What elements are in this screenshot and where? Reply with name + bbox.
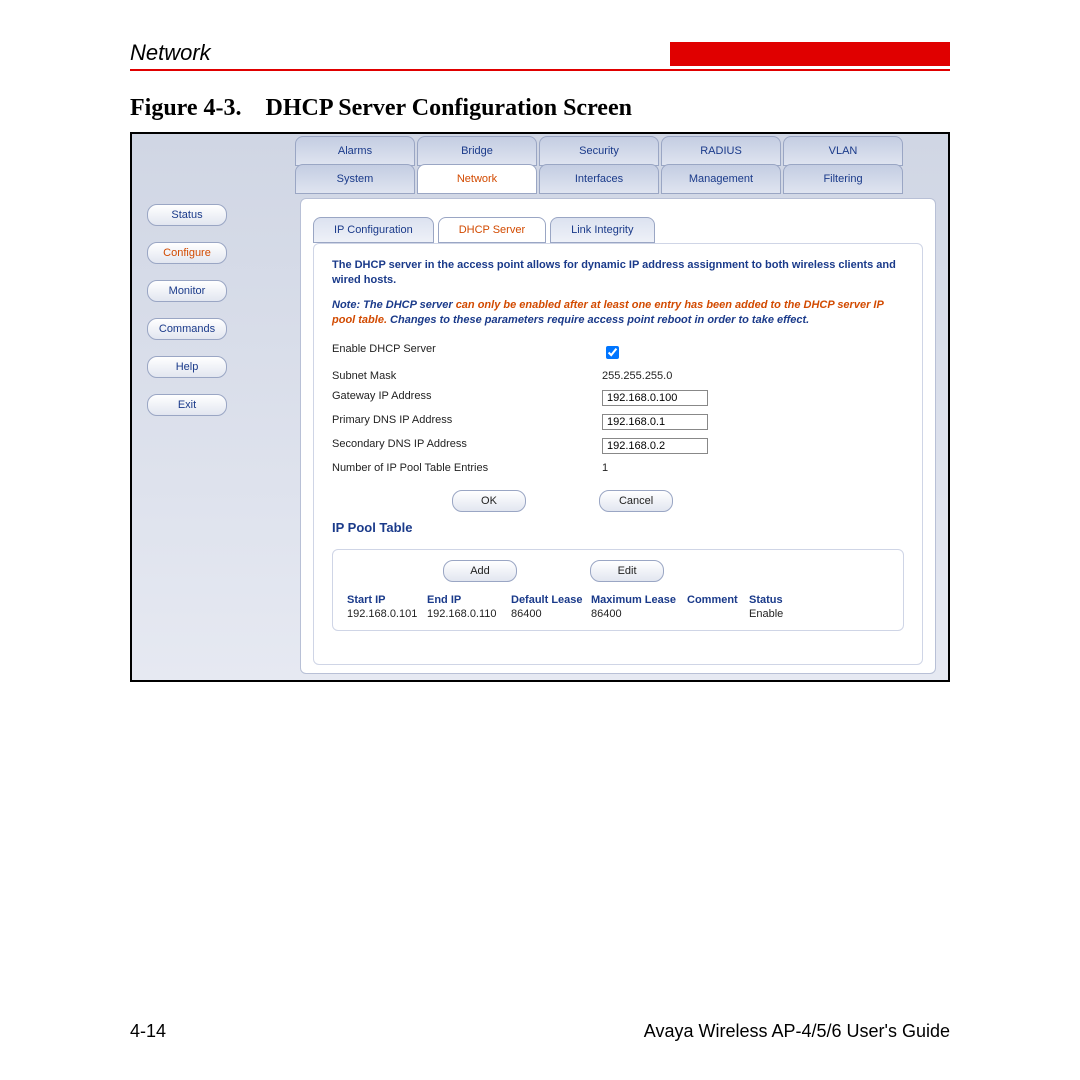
table-cell: Enable bbox=[749, 608, 889, 620]
text-input[interactable] bbox=[602, 438, 708, 454]
sidebar-item-help[interactable]: Help bbox=[147, 356, 227, 378]
sidebar-item-configure[interactable]: Configure bbox=[147, 242, 227, 264]
note-tail: Changes to these parameters require acce… bbox=[387, 314, 809, 326]
form-row: Number of IP Pool Table Entries1 bbox=[332, 462, 904, 474]
table-cell: 86400 bbox=[511, 608, 591, 620]
figure-title: DHCP Server Configuration Screen bbox=[266, 95, 632, 121]
sidebar: Status Configure Monitor Commands Help Exit bbox=[142, 204, 232, 432]
page-number: 4-14 bbox=[130, 1021, 166, 1042]
form-row: Secondary DNS IP Address bbox=[332, 438, 904, 454]
cancel-button[interactable]: Cancel bbox=[599, 490, 673, 512]
sidebar-item-exit[interactable]: Exit bbox=[147, 394, 227, 416]
enable-dhcp-checkbox[interactable] bbox=[606, 346, 619, 359]
figure-label: Figure 4-3. bbox=[130, 95, 242, 121]
form-row: Gateway IP Address bbox=[332, 390, 904, 406]
subtab-link-integrity[interactable]: Link Integrity bbox=[550, 217, 654, 243]
add-button[interactable]: Add bbox=[443, 560, 517, 582]
tab-system[interactable]: System bbox=[295, 164, 415, 194]
tab-filtering[interactable]: Filtering bbox=[783, 164, 903, 194]
table-cell: 192.168.0.101 bbox=[347, 608, 427, 620]
col-header: Maximum Lease bbox=[591, 594, 687, 606]
field-value: 1 bbox=[602, 462, 608, 474]
sidebar-item-monitor[interactable]: Monitor bbox=[147, 280, 227, 302]
form-button-row: OK Cancel bbox=[452, 490, 904, 512]
tab-network[interactable]: Network bbox=[417, 164, 537, 194]
inner-panel: The DHCP server in the access point allo… bbox=[313, 243, 923, 665]
col-header: Status bbox=[749, 594, 889, 606]
tab-vlan[interactable]: VLAN bbox=[783, 136, 903, 166]
col-header: Comment bbox=[687, 594, 749, 606]
subtab-dhcp-server[interactable]: DHCP Server bbox=[438, 217, 546, 243]
text-input[interactable] bbox=[602, 390, 708, 406]
edit-button[interactable]: Edit bbox=[590, 560, 664, 582]
main-panel: IP ConfigurationDHCP ServerLink Integrit… bbox=[300, 198, 936, 674]
form-row: Primary DNS IP Address bbox=[332, 414, 904, 430]
table-cell bbox=[687, 608, 749, 620]
field-label: Subnet Mask bbox=[332, 370, 602, 382]
subtab-ip-configuration[interactable]: IP Configuration bbox=[313, 217, 434, 243]
sidebar-item-commands[interactable]: Commands bbox=[147, 318, 227, 340]
tab-radius[interactable]: RADIUS bbox=[661, 136, 781, 166]
table-cell: 86400 bbox=[591, 608, 687, 620]
table-row: 192.168.0.101192.168.0.1108640086400Enab… bbox=[347, 608, 889, 620]
page-footer: 4-14 Avaya Wireless AP-4/5/6 User's Guid… bbox=[130, 1021, 950, 1042]
tab-interfaces[interactable]: Interfaces bbox=[539, 164, 659, 194]
header-rule bbox=[130, 69, 950, 71]
field-label: Primary DNS IP Address bbox=[332, 414, 602, 430]
col-header: Start IP bbox=[347, 594, 427, 606]
tab-management[interactable]: Management bbox=[661, 164, 781, 194]
ok-button[interactable]: OK bbox=[452, 490, 526, 512]
field-label: Number of IP Pool Table Entries bbox=[332, 462, 602, 474]
top-tabs-row2: SystemNetworkInterfacesManagementFilteri… bbox=[295, 164, 940, 196]
col-header: Default Lease bbox=[511, 594, 591, 606]
tab-alarms[interactable]: Alarms bbox=[295, 136, 415, 166]
note-lead: Note: The DHCP server bbox=[332, 299, 456, 311]
form-row: Subnet Mask255.255.255.0 bbox=[332, 370, 904, 382]
guide-title: Avaya Wireless AP-4/5/6 User's Guide bbox=[644, 1021, 950, 1042]
header-redbar bbox=[670, 42, 950, 66]
sub-tabs: IP ConfigurationDHCP ServerLink Integrit… bbox=[313, 217, 659, 243]
top-tabs-row1: AlarmsBridgeSecurityRADIUSVLAN bbox=[295, 136, 940, 166]
ip-pool-table-box: Add Edit Start IPEnd IPDefault LeaseMaxi… bbox=[332, 549, 904, 631]
field-label: Enable DHCP Server bbox=[332, 343, 602, 362]
table-cell: 192.168.0.110 bbox=[427, 608, 511, 620]
section-header: Network bbox=[130, 40, 670, 66]
tab-bridge[interactable]: Bridge bbox=[417, 136, 537, 166]
field-label: Secondary DNS IP Address bbox=[332, 438, 602, 454]
note-text: Note: The DHCP server can only be enable… bbox=[332, 298, 904, 328]
sidebar-item-status[interactable]: Status bbox=[147, 204, 227, 226]
ip-pool-section-title: IP Pool Table bbox=[332, 520, 904, 535]
form-row: Enable DHCP Server bbox=[332, 343, 904, 362]
text-input[interactable] bbox=[602, 414, 708, 430]
figure-caption: Figure 4-3. DHCP Server Configuration Sc… bbox=[130, 95, 950, 122]
pool-table-header: Start IPEnd IPDefault LeaseMaximum Lease… bbox=[347, 594, 889, 606]
col-header: End IP bbox=[427, 594, 511, 606]
description-text: The DHCP server in the access point allo… bbox=[332, 258, 904, 288]
screenshot: Status Configure Monitor Commands Help Exit A… bbox=[130, 132, 950, 682]
tab-security[interactable]: Security bbox=[539, 136, 659, 166]
field-label: Gateway IP Address bbox=[332, 390, 602, 406]
field-value: 255.255.255.0 bbox=[602, 370, 672, 382]
